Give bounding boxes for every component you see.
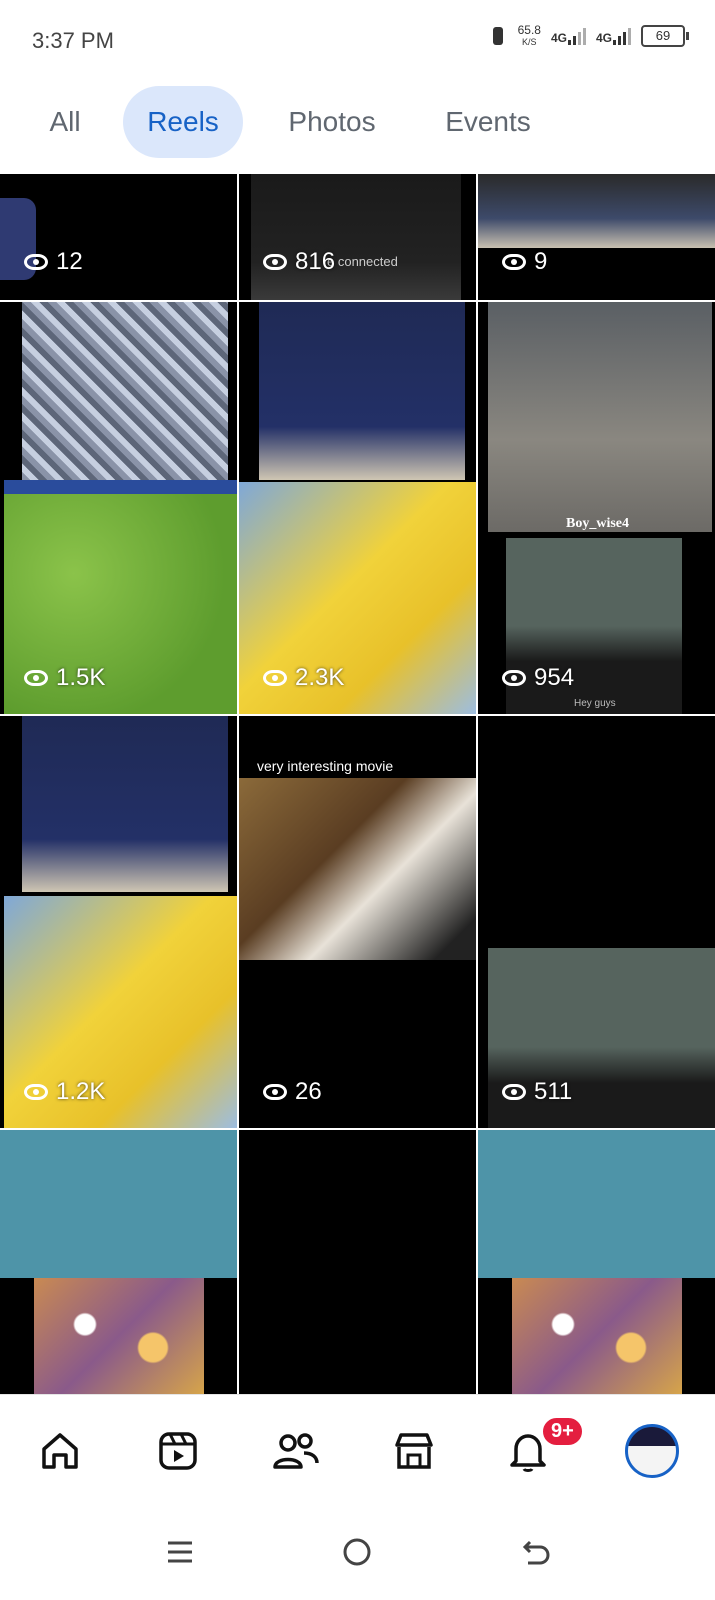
view-count: 26 [263,1078,322,1106]
thumbnail-image [251,174,461,300]
view-count: 9 [502,248,547,276]
reel-thumbnail[interactable] [239,1130,476,1394]
back-button[interactable] [516,1532,556,1572]
status-time: 3:37 PM [32,28,114,53]
eye-icon [502,254,526,270]
reel-thumbnail[interactable]: 2.3K [239,302,476,714]
tab-reels[interactable]: Reels [123,86,243,158]
thumbnail-image [512,1278,682,1394]
avatar [625,1424,679,1478]
eye-icon [263,254,287,270]
nav-marketplace[interactable] [386,1423,442,1479]
reel-thumbnail[interactable]: very interesting movie 26 [239,716,476,1128]
tab-events[interactable]: Events [428,86,548,158]
eye-icon [24,670,48,686]
tab-all[interactable]: All [32,86,98,158]
reel-thumbnail[interactable]: Boy_wise4 Hey guys 954 [478,302,715,714]
eye-icon [24,254,48,270]
view-count: 1.5K [24,664,105,692]
reels-icon [159,1432,197,1470]
signal-bars-icon [613,27,631,45]
filter-tabs: All Reels Photos Events [0,86,715,158]
eye-icon [263,670,287,686]
status-icons: 65.8 K/S 4G 4G 69 [488,23,689,48]
eye-icon [24,1084,48,1100]
reels-grid: 12 e connected 816 9 1.5K 2.3K Boy_wise4… [0,174,715,1394]
reel-thumbnail[interactable]: e connected 816 [239,174,476,300]
thumbnail-image [0,1130,237,1278]
tab-photos[interactable]: Photos [272,86,392,158]
thumbnail-image [478,1130,715,1278]
nav-home[interactable] [32,1423,88,1479]
signal-2: 4G [596,27,631,45]
battery-icon: 69 [641,25,689,47]
home-icon [42,1433,78,1469]
thumbnail-image [22,302,228,480]
thumbnail-caption: very interesting movie [257,758,394,774]
reel-thumbnail[interactable] [0,1130,237,1394]
bottom-nav: 9+ [0,1394,715,1505]
thumbnail-image [34,1278,204,1394]
reel-thumbnail[interactable]: 1.5K [0,302,237,714]
home-button[interactable] [337,1532,377,1572]
eye-icon [502,1084,526,1100]
thumbnail-image [478,174,715,248]
reel-thumbnail[interactable]: 1.2K [0,716,237,1128]
status-bar: 3:37 PM 65.8 K/S 4G 4G 69 [0,0,715,80]
reel-thumbnail[interactable]: 9 [478,174,715,300]
thumbnail-caption: Hey guys [574,698,616,709]
thumbnail-overlay-text: Boy_wise4 [566,516,629,531]
eye-icon [502,670,526,686]
marketplace-icon [395,1433,433,1469]
thumbnail-image [488,302,712,532]
eye-icon [263,1084,287,1100]
thumbnail-banner [4,480,237,494]
reel-thumbnail[interactable]: 12 [0,174,237,300]
menu-button[interactable] [160,1532,200,1572]
vibrate-icon [488,25,508,47]
friends-icon [273,1433,319,1469]
thumbnail-image [22,716,228,892]
view-count: 1.2K [24,1078,105,1106]
reel-thumbnail[interactable] [478,1130,715,1394]
thumbnail-image [239,778,476,960]
menu-icon [168,1541,192,1563]
system-nav-bar [0,1504,715,1600]
view-count: 511 [502,1078,572,1106]
back-icon [522,1540,550,1565]
view-count: 2.3K [263,664,344,692]
notification-badge: 9+ [540,1415,585,1448]
nav-reels[interactable] [150,1423,206,1479]
view-count: 816 [263,248,335,276]
nav-friends[interactable] [268,1423,324,1479]
nav-profile[interactable] [624,1423,680,1479]
reel-thumbnail[interactable]: 511 [478,716,715,1128]
signal-1: 4G [551,27,586,45]
signal-bars-icon [567,27,586,45]
thumbnail-image [259,302,465,480]
view-count: 954 [502,664,574,692]
thumbnail-caption: e connected [327,254,398,269]
network-speed: 65.8 K/S [517,23,541,47]
view-count: 12 [24,248,83,276]
circle-home-icon [343,1538,371,1566]
